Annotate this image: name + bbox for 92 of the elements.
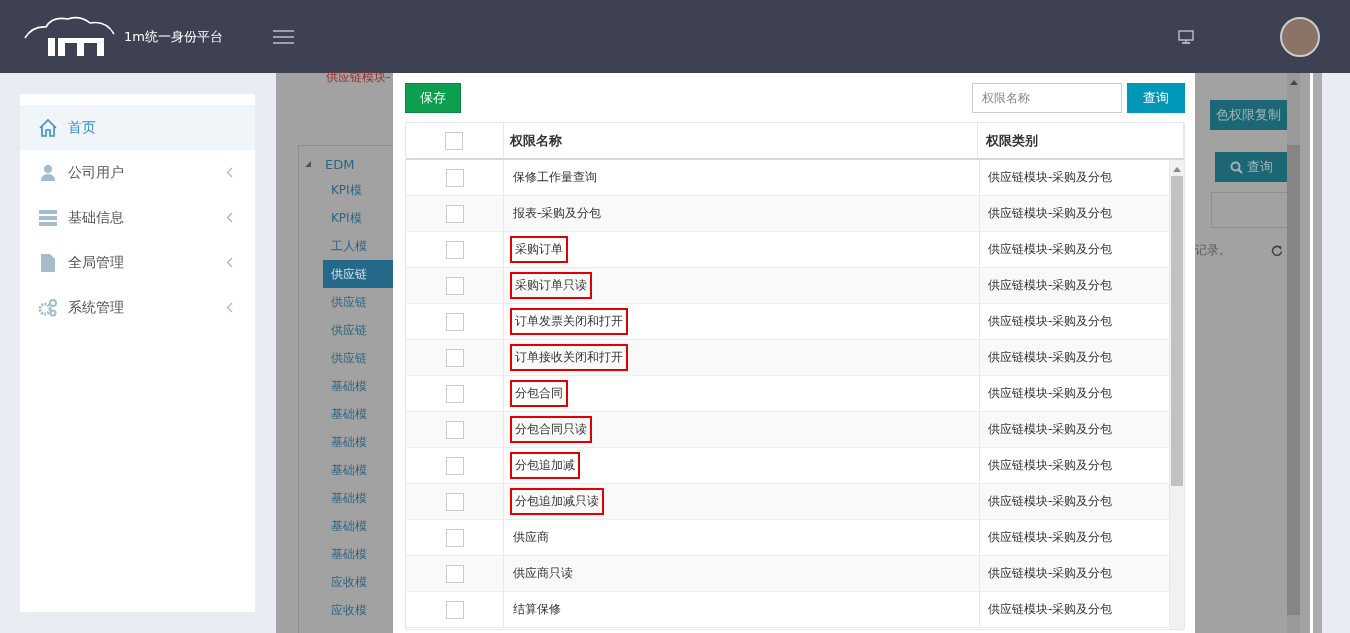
- permission-category: 供应链模块-采购及分包: [988, 601, 1113, 618]
- chevron-left-icon: [226, 167, 233, 178]
- permission-name: 订单接收关闭和打开: [510, 344, 628, 371]
- tree-item[interactable]: 基础模: [317, 428, 393, 456]
- scroll-up-icon[interactable]: [1173, 166, 1181, 172]
- select-all-checkbox[interactable]: [445, 131, 464, 150]
- refresh-icon[interactable]: [1271, 244, 1283, 257]
- home-icon: [38, 117, 58, 138]
- column-header[interactable]: 权限名称: [509, 131, 562, 150]
- row-checkbox[interactable]: [445, 564, 464, 583]
- tree-item[interactable]: 供应链: [323, 260, 393, 288]
- search-icon: [1229, 160, 1243, 174]
- query-button[interactable]: 查询: [1215, 152, 1287, 182]
- permission-category: 供应链模块-采购及分包: [988, 493, 1113, 510]
- permission-category: 供应链模块-采购及分包: [988, 529, 1113, 546]
- page-scrollbar[interactable]: [1287, 73, 1300, 633]
- tree-item[interactable]: 供应链: [317, 288, 393, 316]
- chevron-left-icon: [226, 257, 233, 268]
- file-icon: [40, 252, 56, 273]
- permission-category: 供应链模块-采购及分包: [988, 313, 1113, 330]
- chevron-left-icon: [226, 212, 233, 223]
- permission-category: 供应链模块-采购及分包: [988, 565, 1113, 582]
- permission-name: 供应商: [512, 529, 550, 546]
- tree-item[interactable]: 应收模: [317, 568, 393, 596]
- sidebar-item[interactable]: 首页: [20, 105, 255, 150]
- permission-category: 供应链模块-采购及分包: [988, 385, 1113, 402]
- sidebar-item[interactable]: 系统管理: [20, 285, 255, 330]
- monitor-icon[interactable]: [1178, 29, 1194, 44]
- row-checkbox[interactable]: [445, 276, 464, 295]
- avatar[interactable]: [1280, 16, 1320, 57]
- tree-item[interactable]: 基础模: [317, 512, 393, 540]
- row-checkbox[interactable]: [445, 492, 464, 511]
- user-icon: [39, 163, 57, 182]
- row-checkbox[interactable]: [445, 456, 464, 475]
- server-icon: [38, 208, 58, 227]
- tree-item[interactable]: KPI模: [317, 176, 393, 204]
- notice-text: 供应链模块-: [326, 69, 392, 83]
- sidebar-item[interactable]: 公司用户: [20, 150, 255, 195]
- permission-name: 采购订单只读: [510, 272, 592, 299]
- tree-node[interactable]: EDM: [325, 156, 355, 172]
- column-header[interactable]: 权限类别: [985, 131, 1038, 150]
- permission-name: 分包追加减只读: [510, 488, 604, 515]
- permission-name: 分包追加减: [510, 452, 580, 479]
- permission-name: 订单发票关闭和打开: [510, 308, 628, 335]
- save-button[interactable]: 保存: [405, 82, 461, 113]
- permission-category: 供应链模块-采购及分包: [988, 241, 1113, 258]
- tree-item[interactable]: 基础模: [317, 540, 393, 568]
- search-button[interactable]: 查询: [1127, 82, 1185, 113]
- row-checkbox[interactable]: [445, 204, 464, 223]
- permission-category: 供应链模块-采购及分包: [988, 169, 1113, 186]
- permission-name: 采购订单: [510, 236, 568, 263]
- copy-permissions-button[interactable]: 色权限复制: [1210, 100, 1287, 130]
- permission-name: 报表-采购及分包: [512, 205, 603, 222]
- tree-item[interactable]: 应收模: [317, 596, 393, 624]
- scroll-up-icon[interactable]: [1289, 79, 1298, 85]
- app-title: 1m统一身份平台: [124, 27, 223, 46]
- tree-item[interactable]: 供应链: [317, 344, 393, 372]
- row-checkbox[interactable]: [445, 168, 464, 187]
- scrollbar[interactable]: [1170, 160, 1184, 629]
- row-checkbox[interactable]: [445, 348, 464, 367]
- menu-icon[interactable]: [272, 28, 294, 45]
- permission-name: 结算保修: [512, 601, 562, 618]
- permission-name: 保修工作量查询: [512, 169, 598, 186]
- tree-item[interactable]: 供应链: [317, 316, 393, 344]
- tree-item[interactable]: 工人模: [317, 232, 393, 260]
- permission-category: 供应链模块-采购及分包: [988, 457, 1113, 474]
- tree-item[interactable]: 基础模: [317, 372, 393, 400]
- sidebar-item[interactable]: 全局管理: [20, 240, 255, 285]
- tree-item[interactable]: 基础模: [317, 400, 393, 428]
- chevron-left-icon: [226, 302, 233, 313]
- permission-name: 供应商只读: [512, 565, 574, 582]
- permission-name: 分包合同只读: [510, 416, 592, 443]
- permission-category: 供应链模块-采购及分包: [988, 349, 1113, 366]
- record-text: 记录。: [1195, 242, 1231, 259]
- row-checkbox[interactable]: [445, 240, 464, 259]
- search-field[interactable]: 权限名称: [972, 82, 1122, 113]
- tree-item[interactable]: 基础模: [317, 484, 393, 512]
- row-checkbox[interactable]: [445, 600, 464, 619]
- row-checkbox[interactable]: [445, 528, 464, 547]
- row-checkbox[interactable]: [445, 420, 464, 439]
- permission-category: 供应链模块-采购及分包: [988, 277, 1113, 294]
- gears-icon: [38, 298, 58, 317]
- permission-category: 供应链模块-采购及分包: [988, 205, 1113, 222]
- logo-icon: [24, 15, 116, 58]
- tree-item[interactable]: 基础模: [317, 456, 393, 484]
- row-checkbox[interactable]: [445, 384, 464, 403]
- permission-name: 分包合同: [510, 380, 568, 407]
- sidebar-item[interactable]: 基础信息: [20, 195, 255, 240]
- permission-category: 供应链模块-采购及分包: [988, 421, 1113, 438]
- row-checkbox[interactable]: [445, 312, 464, 331]
- tree-item[interactable]: KPI模: [317, 204, 393, 232]
- expand-triangle-icon[interactable]: [305, 161, 311, 167]
